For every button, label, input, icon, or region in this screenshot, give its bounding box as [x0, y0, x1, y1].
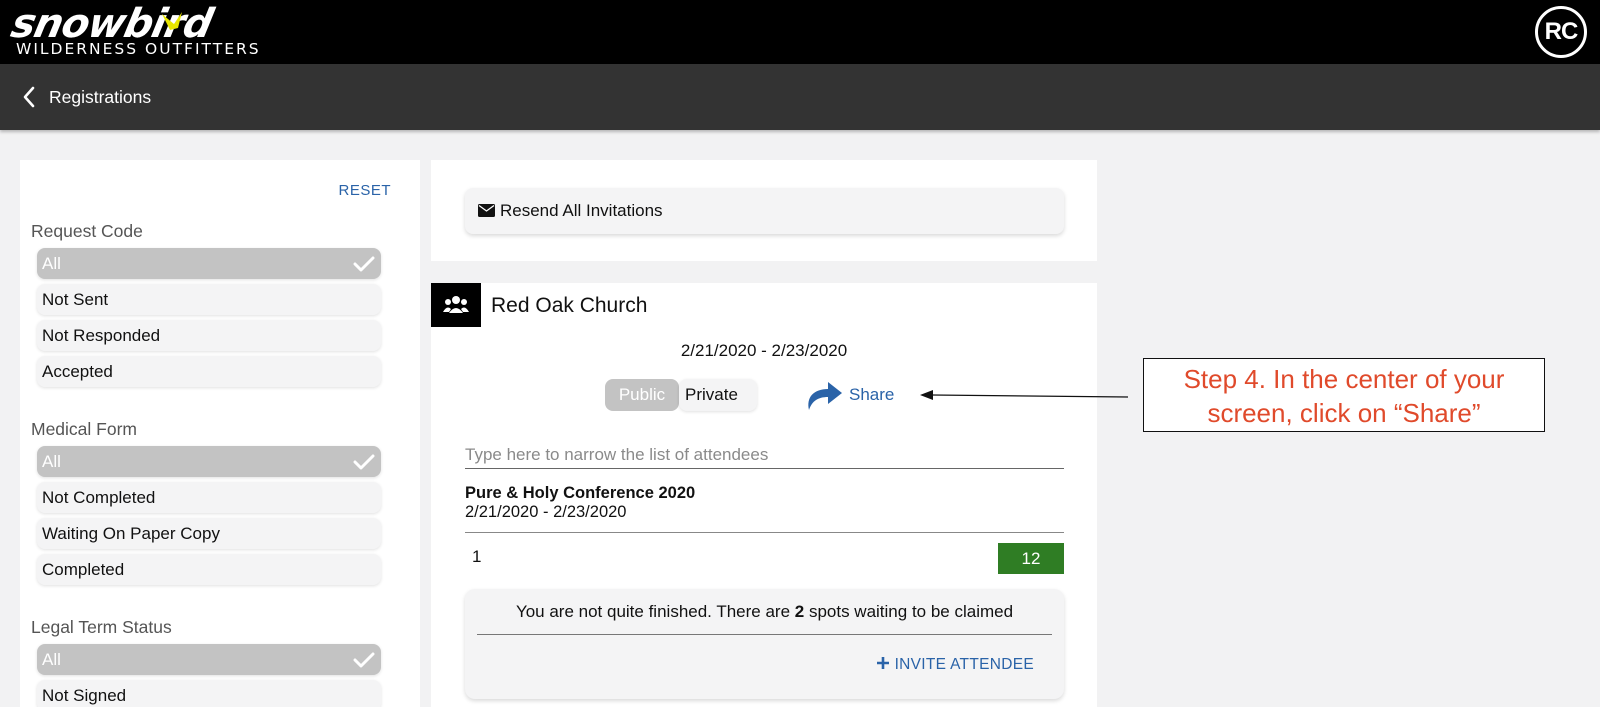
divider — [465, 532, 1064, 533]
filter-option-label: Not Signed — [42, 686, 127, 705]
filter-group-label-medical-form: Medical Form — [31, 419, 137, 439]
filter-option-label: Not Responded — [42, 326, 161, 345]
filter-option-label: Not Completed — [42, 488, 156, 507]
filter-option-label: All — [42, 254, 61, 273]
envelope-icon — [478, 204, 495, 217]
plus-icon — [876, 657, 889, 669]
page-title: Registrations — [49, 87, 152, 107]
brand-logo[interactable]: snowbird WILDERNESS OUTFITTERS — [7, 1, 302, 60]
filter-option-label: Not Sent — [42, 290, 109, 309]
users-group-icon — [443, 296, 469, 313]
attendee-search-input[interactable] — [465, 441, 1064, 469]
check-icon — [353, 454, 375, 470]
reset-filters-button[interactable]: RESET — [338, 182, 391, 199]
annotation-callout: Step 4. In the center of your screen, cl… — [1143, 358, 1545, 432]
filter-option-label: Waiting On Paper Copy — [42, 524, 220, 543]
brand-logo-word: snowbird — [7, 1, 217, 47]
church-name: Red Oak Church — [491, 294, 648, 317]
notice-text: You are not quite finished. There are 2 … — [465, 601, 1064, 623]
filter-option-accepted[interactable]: Accepted — [37, 356, 381, 387]
filter-group-label-request-code: Request Code — [31, 221, 143, 241]
invite-attendee-label: INVITE ATTENDEE — [894, 656, 1034, 673]
bird-wing-icon — [162, 12, 182, 30]
notice-text-start: You are not quite finished. There are — [515, 602, 795, 621]
filter-option-not-completed[interactable]: Not Completed — [37, 482, 381, 513]
invite-attendee-button[interactable]: INVITE ATTENDEE — [876, 655, 1034, 675]
share-button[interactable]: Share — [849, 384, 894, 406]
registration-card: Red Oak Church 2/21/2020 - 2/23/2020 Pub… — [431, 283, 1097, 707]
filter-group-label-legal-term: Legal Term Status — [31, 617, 172, 637]
filter-option-label: Completed — [42, 560, 125, 579]
filter-option-medical-all[interactable]: All — [37, 446, 381, 477]
filter-option-not-sent[interactable]: Not Sent — [37, 284, 381, 315]
filter-option-label: All — [42, 650, 61, 669]
annotation-line-1: Step 4. In the center of your — [1183, 364, 1505, 394]
resend-all-invitations-label: Resend All Invitations — [500, 201, 663, 220]
filter-option-not-responded[interactable]: Not Responded — [37, 320, 381, 351]
filter-option-legal-all[interactable]: All — [37, 644, 381, 675]
filter-option-request-all[interactable]: All — [37, 248, 381, 279]
filter-panel: RESET Request Code All Not Sent Not Resp… — [20, 160, 420, 707]
filter-option-label: All — [42, 452, 61, 471]
filter-option-waiting-paper-copy[interactable]: Waiting On Paper Copy — [37, 518, 381, 549]
user-avatar[interactable]: RC — [1535, 6, 1587, 58]
chevron-left-icon[interactable] — [20, 84, 38, 110]
unclaimed-spots-count: 2 — [794, 602, 805, 621]
unclaimed-spots-notice: You are not quite finished. There are 2 … — [465, 589, 1064, 699]
filter-option-not-signed[interactable]: Not Signed — [37, 680, 381, 707]
notice-text-end: spots waiting to be claimed — [804, 602, 1014, 621]
registration-date-range: 2/21/2020 - 2/23/2020 — [680, 341, 848, 360]
share-arrow-icon[interactable] — [804, 379, 844, 411]
group-badge — [431, 283, 481, 327]
visibility-private-toggle[interactable]: Private — [679, 379, 757, 411]
nav-bar: Registrations — [0, 64, 1600, 130]
filter-option-completed[interactable]: Completed — [37, 554, 381, 585]
invitations-card: Resend All Invitations — [431, 160, 1097, 261]
event-dates: 2/21/2020 - 2/23/2020 — [465, 503, 627, 521]
attendee-count-badge: 12 — [998, 543, 1064, 574]
resend-all-invitations-button[interactable]: Resend All Invitations — [465, 188, 1064, 234]
brand-logo-subtitle: WILDERNESS OUTFITTERS — [16, 40, 261, 58]
attendee-row-number: 1 — [472, 547, 482, 566]
divider — [477, 634, 1052, 635]
check-icon — [353, 256, 375, 272]
check-icon — [353, 652, 375, 668]
filter-option-label: Accepted — [42, 362, 113, 381]
annotation-line-2: screen, click on “Share” — [1207, 398, 1481, 428]
event-name: Pure & Holy Conference 2020 — [465, 484, 696, 502]
top-bar: snowbird WILDERNESS OUTFITTERS RC — [0, 0, 1600, 64]
annotation-arrow — [920, 390, 1128, 400]
visibility-public-toggle[interactable]: Public — [605, 379, 679, 411]
